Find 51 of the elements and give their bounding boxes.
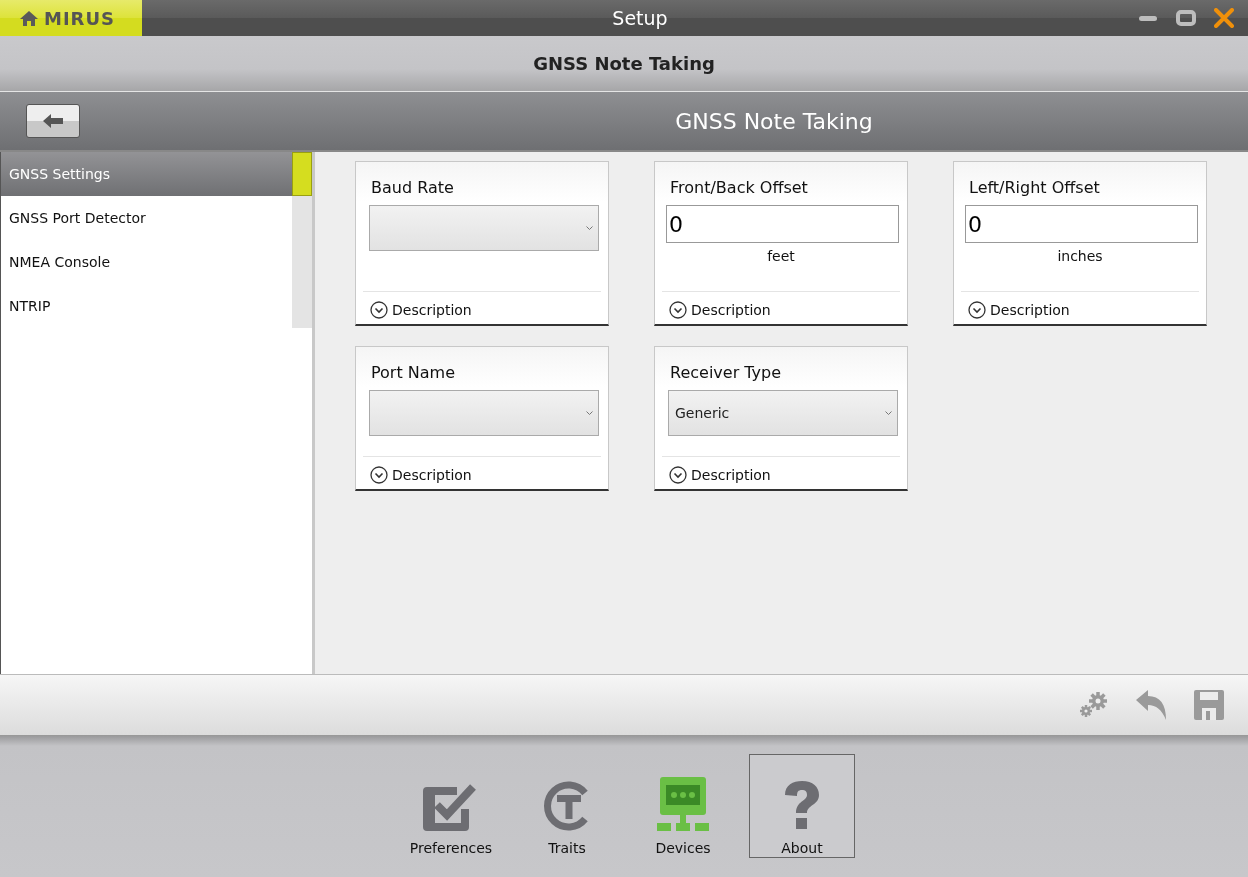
setting-label: Baud Rate xyxy=(370,177,455,199)
logo-text: MIRUS xyxy=(44,7,116,29)
window-title: Setup xyxy=(611,7,669,29)
dropdown-field[interactable] xyxy=(369,390,599,436)
description-toggle[interactable]: Description xyxy=(990,302,1070,318)
arrow-left-icon xyxy=(43,114,63,128)
nav-tab[interactable]: Preferences xyxy=(393,754,509,858)
nav-tab[interactable]: Traits xyxy=(509,754,625,858)
save-icon[interactable] xyxy=(1194,690,1224,720)
setting-label: Front/Back Offset xyxy=(669,177,809,199)
chevron-circle-icon[interactable] xyxy=(669,301,687,319)
description-toggle[interactable]: Description xyxy=(691,302,771,318)
monitor-network-icon xyxy=(657,776,709,831)
question-mark-icon xyxy=(783,780,821,831)
gears-icon[interactable] xyxy=(1078,691,1110,719)
setting-label: Receiver Type xyxy=(669,362,783,384)
chevron-circle-icon[interactable] xyxy=(669,466,687,484)
nav-tab[interactable]: Devices xyxy=(625,754,741,858)
description-toggle[interactable]: Description xyxy=(392,467,472,483)
description-toggle[interactable]: Description xyxy=(392,302,472,318)
chevron-circle-icon[interactable] xyxy=(968,301,986,319)
unit-label: feet xyxy=(766,247,796,264)
section-title: GNSS Note Taking xyxy=(674,108,874,134)
maximize-icon[interactable] xyxy=(1176,10,1196,26)
home-button[interactable]: MIRUS xyxy=(0,0,142,36)
number-input[interactable]: 0 xyxy=(965,205,1198,243)
checkbox-icon xyxy=(423,782,479,831)
home-icon xyxy=(20,10,38,26)
sidebar-item[interactable]: NTRIP xyxy=(1,284,292,328)
description-toggle[interactable]: Description xyxy=(691,467,771,483)
sidebar-item[interactable]: GNSS Settings xyxy=(1,152,292,196)
dropdown-field[interactable]: Generic xyxy=(668,390,898,436)
chevron-circle-icon[interactable] xyxy=(370,466,388,484)
minimize-icon[interactable] xyxy=(1138,14,1158,22)
page-title: GNSS Note Taking xyxy=(533,53,715,74)
nav-tab[interactable]: About xyxy=(749,754,855,858)
chevron-down-icon xyxy=(885,411,892,415)
back-button[interactable] xyxy=(26,104,80,138)
close-icon[interactable] xyxy=(1214,8,1234,28)
sidebar-item[interactable]: GNSS Port Detector xyxy=(1,196,292,240)
chevron-down-icon xyxy=(586,226,593,230)
setting-label: Port Name xyxy=(370,362,456,384)
unit-label: inches xyxy=(1056,247,1104,264)
setting-label: Left/Right Offset xyxy=(968,177,1101,199)
sidebar-item[interactable]: NMEA Console xyxy=(1,240,292,284)
scrollbar-thumb[interactable] xyxy=(292,152,312,196)
undo-icon[interactable] xyxy=(1136,690,1168,720)
number-input[interactable]: 0 xyxy=(666,205,899,243)
chevron-circle-icon[interactable] xyxy=(370,301,388,319)
dropdown-field[interactable] xyxy=(369,205,599,251)
chevron-down-icon xyxy=(586,411,593,415)
